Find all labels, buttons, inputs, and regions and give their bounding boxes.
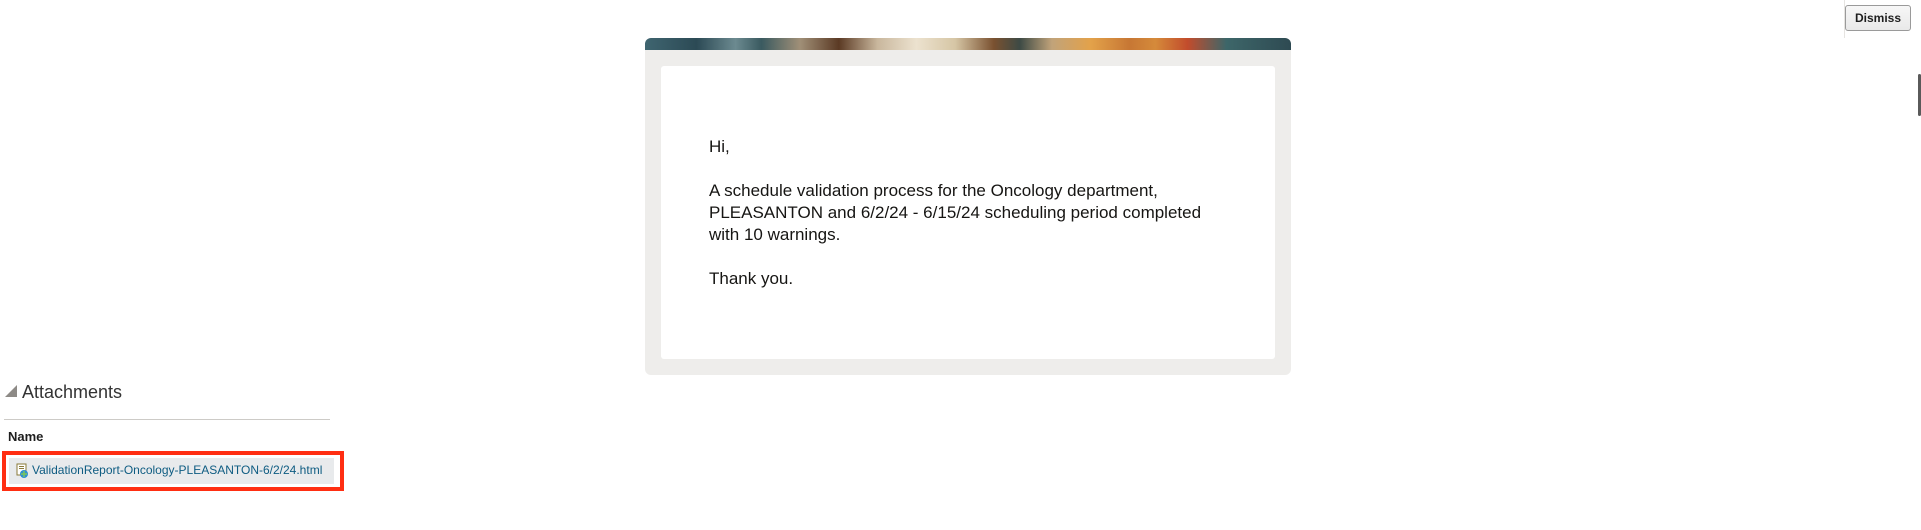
attachment-row-highlight: ValidationReport-Oncology-PLEASANTON-6/2…	[2, 451, 344, 491]
email-body: A schedule validation process for the On…	[709, 181, 1202, 244]
disclosure-triangle-icon[interactable]	[5, 385, 17, 397]
attachments-header[interactable]: Attachments	[4, 382, 330, 420]
email-closing: Thank you.	[709, 269, 794, 288]
dismiss-button[interactable]: Dismiss	[1844, 5, 1911, 31]
dismiss-area: Dismiss	[1844, 0, 1921, 38]
email-card: Hi, A schedule validation process for th…	[645, 38, 1291, 375]
attachment-link[interactable]: ValidationReport-Oncology-PLEASANTON-6/2…	[32, 463, 322, 477]
table-row[interactable]: ValidationReport-Oncology-PLEASANTON-6/2…	[9, 458, 334, 484]
attachments-title: Attachments	[22, 382, 123, 402]
column-header-name: Name	[8, 429, 44, 444]
email-message: Hi, A schedule validation process for th…	[661, 66, 1275, 359]
decorative-banner	[645, 38, 1291, 50]
email-greeting: Hi,	[709, 137, 730, 156]
html-file-icon	[16, 463, 28, 478]
